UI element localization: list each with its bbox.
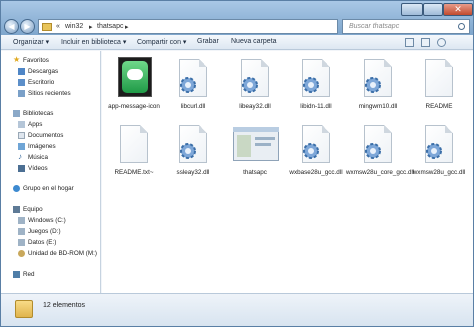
homegroup-icon [13,185,20,192]
share-with-button[interactable]: Compartir con ▾ [137,38,186,46]
downloads-icon [18,68,25,75]
new-folder-button[interactable]: Nueva carpeta [231,38,277,45]
document-file-icon [421,57,457,101]
minimize-button[interactable] [401,3,423,16]
file-item[interactable]: thatsapc [223,123,287,191]
dll-file-icon [175,123,211,167]
file-item[interactable]: README.txt~ [102,123,166,191]
preview-pane-icon[interactable] [421,38,430,47]
drive-icon [18,217,25,224]
breadcrumb-win32[interactable]: win32 [65,23,83,30]
drive-icon [18,239,25,246]
drive-icon [18,228,25,235]
item-count: 12 elementos [43,302,86,309]
folder-icon [15,300,33,318]
message-image-icon [116,57,152,101]
breadcrumb-thatsapc[interactable]: thatsapc [97,23,123,30]
navigation-pane: ★ Favoritos Descargas Escritorio Sitios … [1,51,101,293]
include-in-library-button[interactable]: Incluir en biblioteca ▾ [61,38,126,46]
disc-drive-icon [18,250,25,257]
network-icon [13,271,20,278]
status-bar: 12 elementos [1,293,473,326]
help-icon[interactable] [437,38,446,47]
file-item[interactable]: libcurl.dll [161,57,225,125]
application-window-icon [233,123,279,167]
chevron-right-icon[interactable]: ▸ [89,23,93,31]
burn-button[interactable]: Grabar [197,38,219,45]
dll-file-icon [360,57,396,101]
search-icon [458,23,465,30]
music-icon: ♪ [18,152,22,161]
dll-file-icon [298,123,334,167]
chevron-right-icon[interactable]: ▸ [125,23,129,31]
search-input[interactable]: Buscar thatsapc [342,19,470,34]
images-icon [18,143,25,150]
file-item[interactable]: mingwm10.dll [346,57,410,125]
file-item[interactable]: app-message-icon [102,57,166,125]
search-placeholder: Buscar thatsapc [349,23,400,30]
organize-button[interactable]: Organizar ▾ [13,38,49,46]
libraries-icon [13,110,20,117]
videos-icon [18,165,25,172]
file-item[interactable]: wxmsw28u_core_gcc.dll [346,123,414,191]
view-options-icon[interactable] [405,38,414,47]
folder-icon [42,23,52,31]
file-item[interactable]: wxmsw28u_gcc.dll [407,123,471,191]
file-item[interactable]: libeay32.dll [223,57,287,125]
computer-icon [13,206,20,213]
documents-icon [18,132,25,139]
document-file-icon [116,123,152,167]
forward-button[interactable]: ▶ [20,19,35,34]
back-button[interactable]: ◀ [4,19,19,34]
close-button[interactable]: ✕ [443,3,473,16]
address-bar[interactable]: « win32 ▸ thatsapc ▸ [38,19,338,34]
file-item[interactable]: ssleay32.dll [161,123,225,191]
file-item[interactable]: README [407,57,471,125]
recent-places-icon [18,90,25,97]
dll-file-icon [360,123,396,167]
dll-file-icon [421,123,457,167]
star-icon: ★ [13,55,21,64]
maximize-button[interactable] [423,3,443,16]
dll-file-icon [175,57,211,101]
desktop-icon [18,79,25,86]
file-list: app-message-icon libcurl.dll libeay32.dl… [102,51,473,293]
dll-file-icon [237,57,273,101]
file-item[interactable]: libidn-11.dll [284,57,348,125]
apps-icon [18,121,25,128]
title-bar: ✕ ◀ ▶ « win32 ▸ thatsapc ▸ Buscar thatsa… [1,1,473,35]
command-bar: Organizar ▾ Incluir en biblioteca ▾ Comp… [1,35,473,50]
dll-file-icon [298,57,334,101]
file-item[interactable]: wxbase28u_gcc.dll [284,123,348,191]
explorer-window: ✕ ◀ ▶ « win32 ▸ thatsapc ▸ Buscar thatsa… [0,0,474,327]
